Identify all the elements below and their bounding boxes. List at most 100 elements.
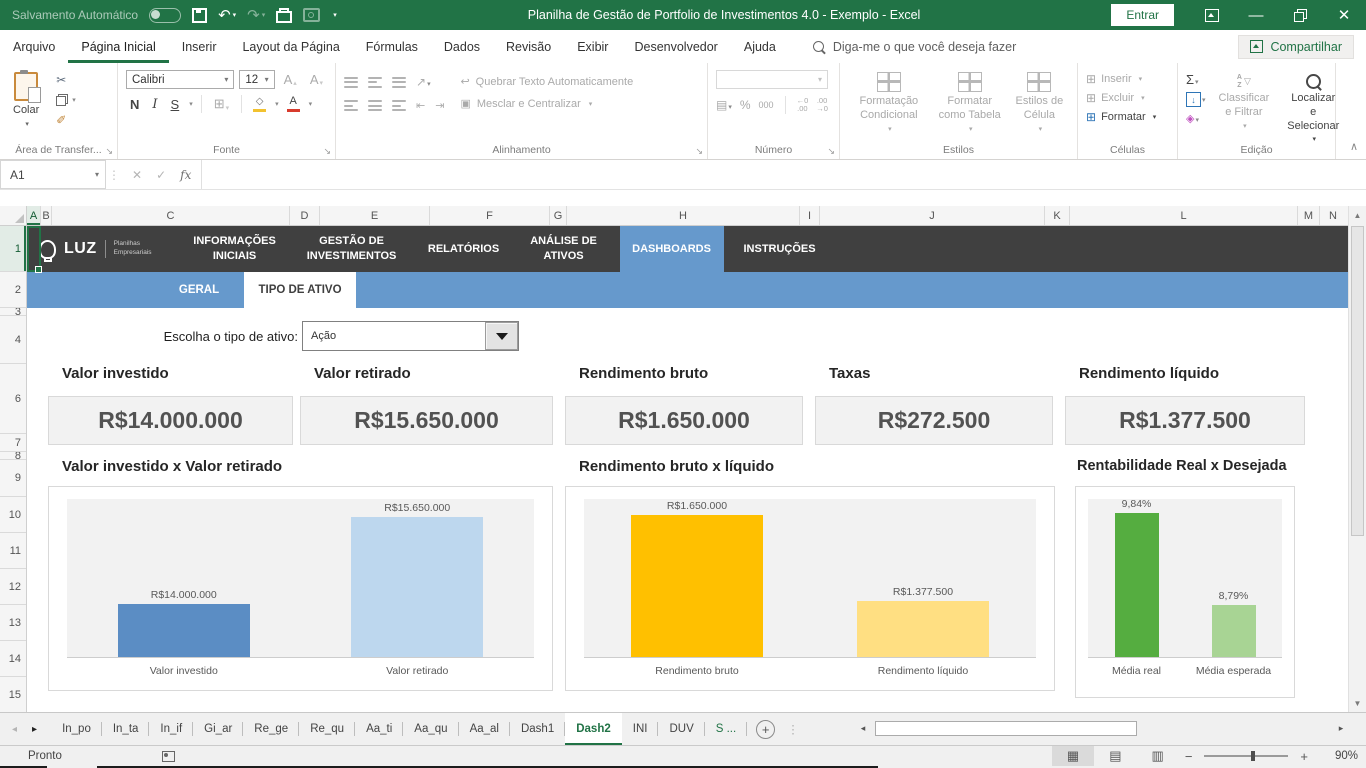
kpi-value[interactable]: R$1.377.500 [1065,396,1305,445]
vertical-scroll-thumb[interactable] [1351,226,1364,536]
cut-button[interactable]: ✂ [56,73,76,87]
fill-color-button[interactable]: ◇ [250,97,269,112]
scroll-left-icon[interactable]: ◂ [856,723,870,734]
accounting-format-icon[interactable]: ▤▾ [716,98,732,112]
formula-input[interactable] [201,160,1366,189]
row-header-13[interactable]: 13 [0,605,26,641]
nav-item-dashboards[interactable]: DASHBOARDS [620,226,724,272]
column-header-h[interactable]: H [567,206,800,225]
enter-icon[interactable]: ✓ [156,168,166,182]
camera-icon[interactable] [303,8,320,22]
sheet-tab-in-po[interactable]: In_po [51,713,102,745]
column-header-b[interactable]: B [41,206,52,225]
column-header-m[interactable]: M [1298,206,1320,225]
scroll-right-icon[interactable]: ▸ [1334,723,1348,734]
merge-center-button[interactable]: ▣Mesclar e Centralizar▾ [460,97,633,110]
nav-item-informacoes-iniciais[interactable]: INFORMAÇÕES INICIAIS [186,226,284,272]
minimize-button[interactable]: — [1234,0,1278,30]
column-header-e[interactable]: E [320,206,430,225]
sheet-nav-left-icon[interactable]: ◂ [12,724,17,735]
row-header-7[interactable]: 7 [0,434,26,452]
tab-pagina-inicial[interactable]: Página Inicial [68,30,168,63]
italic-button[interactable]: I [148,97,161,112]
number-format-combo[interactable]: ▾ [716,70,828,89]
dialog-launcher-icon[interactable]: ↘ [105,147,113,156]
dialog-launcher-icon[interactable]: ↘ [827,147,835,156]
column-header-j[interactable]: J [820,206,1045,225]
decrease-decimal-icon[interactable]: .00→0 [816,97,828,113]
nav-item-analise-de-ativos[interactable]: ANÁLISE DE ATIVOS [518,226,610,272]
selected-cell-a1[interactable] [27,226,41,272]
delete-cells-button[interactable]: ⊞Excluir▾ [1086,92,1169,104]
tab-ajuda[interactable]: Ajuda [731,30,789,63]
clear-button[interactable]: ◈▾ [1186,112,1206,125]
zoom-level[interactable]: 90% [1318,750,1358,762]
close-button[interactable]: ✕ [1322,0,1366,30]
sheet-tab-dash1[interactable]: Dash1 [510,713,565,745]
shrink-font-button[interactable]: A▾ [306,72,327,87]
name-box[interactable]: A1▾ [0,160,106,189]
vertical-scrollbar[interactable]: ▲ ▼ [1348,206,1366,712]
align-middle-icon[interactable] [368,77,382,88]
find-select-button[interactable]: Localizar e Selecionar▾ [1282,70,1344,147]
column-header-d[interactable]: D [290,206,320,225]
subtab-tipo-de-ativo[interactable]: TIPO DE ATIVO [244,272,356,308]
row-header-10[interactable]: 10 [0,497,26,533]
column-header-f[interactable]: F [430,206,550,225]
underline-button[interactable]: S [167,97,184,112]
redo-icon[interactable]: ↷▾ [247,8,265,23]
column-header-i[interactable]: I [800,206,820,225]
row-header-14[interactable]: 14 [0,641,26,677]
collapse-ribbon-icon[interactable]: ∧ [1350,140,1358,153]
scroll-up-icon[interactable]: ▲ [1349,206,1366,224]
paste-button[interactable]: Colar▾ [8,70,44,132]
font-color-button[interactable]: A [284,96,303,112]
align-center-icon[interactable] [368,100,382,111]
bold-button[interactable]: N [126,97,143,112]
insert-cells-button[interactable]: ⊞Inserir▾ [1086,73,1169,85]
comma-style-button[interactable]: 000 [759,100,774,110]
increase-decimal-icon[interactable]: ←0.00 [797,97,809,113]
asset-type-dropdown[interactable]: Ação [302,321,519,351]
quick-print-icon[interactable] [276,7,292,23]
percent-style-button[interactable]: % [740,98,751,112]
sheet-tab-re-ge[interactable]: Re_ge [243,713,299,745]
fill-button[interactable]: ↓▾ [1186,92,1206,107]
zoom-out-icon[interactable]: − [1179,749,1199,764]
increase-indent-icon[interactable]: ⇥ [435,99,444,112]
sheet-tab-in-ta[interactable]: In_ta [102,713,150,745]
scroll-down-icon[interactable]: ▼ [1349,694,1366,712]
row-header-11[interactable]: 11 [0,533,26,569]
tab-inserir[interactable]: Inserir [169,30,230,63]
orientation-icon[interactable]: ↗▾ [416,75,431,89]
macro-record-icon[interactable] [162,751,175,762]
align-right-icon[interactable] [392,100,406,111]
format-as-table-button[interactable]: Formatar como Tabela▾ [932,70,1008,141]
column-header-n[interactable]: N [1320,206,1346,225]
sheet-tab-aa-ti[interactable]: Aa_ti [355,713,403,745]
page-break-view-icon[interactable]: ▥ [1137,746,1179,766]
zoom-slider-thumb[interactable] [1251,751,1255,761]
wrap-text-button[interactable]: ↩Quebrar Texto Automaticamente [460,75,633,88]
horizontal-scrollbar[interactable]: ◂ ▸ [856,717,1348,740]
row-header-15[interactable]: 15 [0,677,26,712]
row-header-8[interactable]: 8 [0,452,26,460]
insert-function-icon[interactable]: fx [180,168,191,182]
sheet-tab-in-if[interactable]: In_if [149,713,193,745]
format-painter-button[interactable]: ✐ [56,113,76,127]
tab-layout-da-pagina[interactable]: Layout da Página [229,30,352,63]
row-header-6[interactable]: 6 [0,364,26,434]
sheet-tab-gi-ar[interactable]: Gi_ar [193,713,243,745]
new-sheet-icon[interactable]: + [756,720,775,739]
column-header-k[interactable]: K [1045,206,1070,225]
font-name-combo[interactable]: Calibri▾ [126,70,234,89]
sheet-tab-s[interactable]: S ... [705,713,747,745]
kpi-value[interactable]: R$1.650.000 [565,396,803,445]
align-bottom-icon[interactable] [392,77,406,88]
normal-view-icon[interactable]: ▦ [1052,746,1094,766]
sign-in-button[interactable]: Entrar [1111,4,1174,26]
ribbon-display-options-icon[interactable] [1190,0,1234,30]
row-header-4[interactable]: 4 [0,316,26,364]
autosave-toggle[interactable] [149,8,181,23]
column-header-c[interactable]: C [52,206,290,225]
